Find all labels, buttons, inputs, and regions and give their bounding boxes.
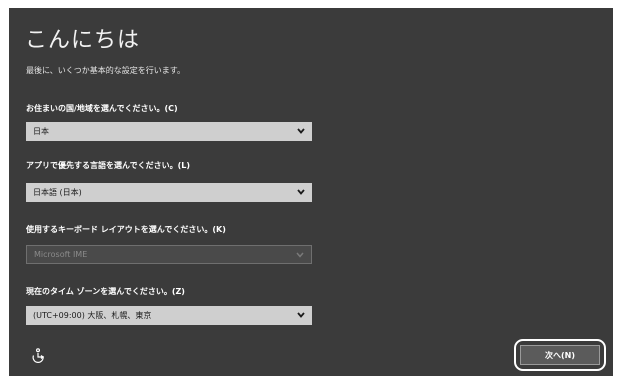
page-title: こんにちは bbox=[25, 28, 141, 53]
keyboard-value: Microsoft IME bbox=[34, 250, 88, 259]
country-label: お住まいの国/地域を選んでください。(C) bbox=[26, 104, 178, 113]
keyboard-label: 使用するキーボード レイアウトを選んでください。(K) bbox=[26, 225, 226, 234]
setup-screen: こんにちは 最後に、いくつか基本的な設定を行います。 お住まいの国/地域を選んで… bbox=[9, 8, 613, 376]
timezone-label: 現在のタイム ゾーンを選んでください。(Z) bbox=[26, 287, 185, 296]
chevron-down-icon bbox=[297, 128, 305, 134]
country-select[interactable]: 日本 bbox=[26, 122, 312, 141]
chevron-down-icon bbox=[297, 189, 305, 195]
next-button-focus-ring: 次へ(N) bbox=[514, 339, 606, 371]
keyboard-select: Microsoft IME bbox=[26, 245, 312, 264]
language-value: 日本語 (日本) bbox=[33, 188, 82, 197]
chevron-down-icon bbox=[297, 312, 305, 318]
ease-of-access-icon[interactable] bbox=[30, 348, 46, 364]
page-subtitle: 最後に、いくつか基本的な設定を行います。 bbox=[26, 66, 185, 75]
country-value: 日本 bbox=[33, 127, 49, 136]
language-label: アプリで優先する言語を選んでください。(L) bbox=[26, 161, 191, 170]
chevron-down-icon bbox=[296, 252, 304, 258]
timezone-select[interactable]: (UTC+09:00) 大阪、札幌、東京 bbox=[26, 306, 312, 325]
next-button[interactable]: 次へ(N) bbox=[520, 345, 600, 365]
timezone-value: (UTC+09:00) 大阪、札幌、東京 bbox=[33, 311, 152, 320]
language-select[interactable]: 日本語 (日本) bbox=[26, 183, 312, 202]
